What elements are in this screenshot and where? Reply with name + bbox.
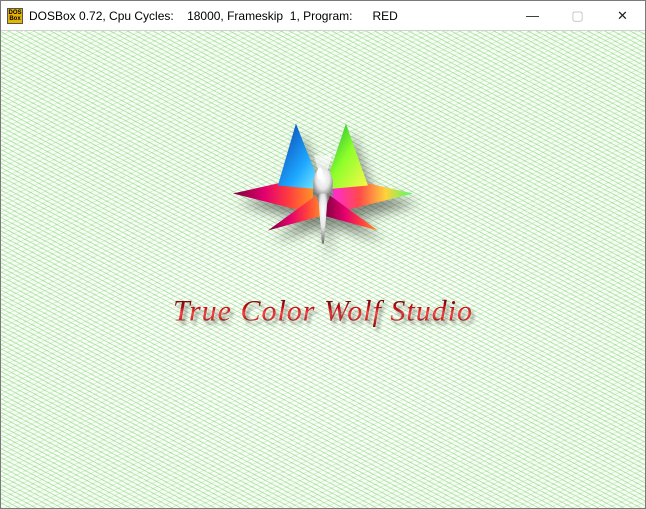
minimize-button[interactable]: — [510, 1, 555, 30]
titlebar[interactable]: DOS Box DOSBox 0.72, Cpu Cycles: 18000, … [1, 1, 645, 31]
close-button[interactable]: ✕ [600, 1, 645, 30]
studio-logo-icon [218, 115, 428, 265]
client-area: True Color Wolf Studio [1, 31, 645, 508]
maximize-button[interactable]: ▢ [555, 1, 600, 30]
window-title: DOSBox 0.72, Cpu Cycles: 18000, Frameski… [29, 9, 398, 23]
studio-title: True Color Wolf Studio [173, 294, 473, 328]
app-window: DOS Box DOSBox 0.72, Cpu Cycles: 18000, … [0, 0, 646, 509]
window-controls: — ▢ ✕ [510, 1, 645, 30]
splash-screen: True Color Wolf Studio [173, 115, 473, 328]
dosbox-icon: DOS Box [7, 8, 23, 24]
